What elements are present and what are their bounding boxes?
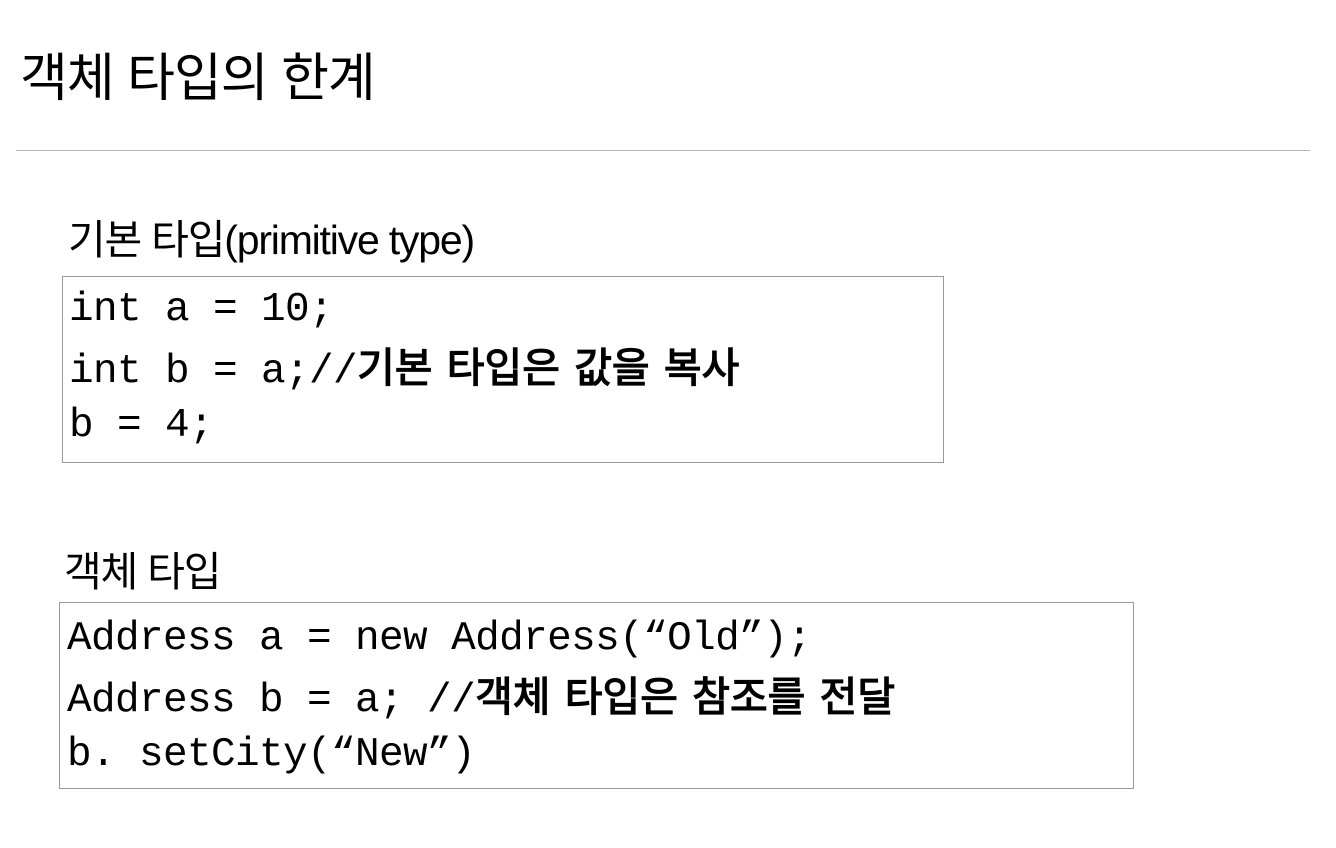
- code-text: int b = a;//: [69, 349, 358, 395]
- code-comment: 기본 타입은 값을 복사: [357, 344, 740, 392]
- code-line: b = 4;: [69, 397, 943, 455]
- code-line: int b = a;//기본 타입은 값을 복사: [69, 339, 943, 397]
- code-text: b = 4;: [69, 403, 214, 449]
- code-line: Address b = a; //객체 타입은 참조를 전달: [67, 668, 1133, 726]
- slide: 객체 타입의 한계 기본 타입(primitive type) int a = …: [0, 0, 1336, 848]
- code-comment: 객체 타입은 참조를 전달: [475, 673, 896, 721]
- primitive-type-heading: 기본 타입(primitive type): [68, 217, 475, 263]
- object-code-box: Address a = new Address(“Old”); Address …: [59, 602, 1134, 789]
- code-line: int a = 10;: [69, 281, 943, 339]
- title-divider: [16, 150, 1310, 151]
- primitive-code-box: int a = 10; int b = a;//기본 타입은 값을 복사 b =…: [62, 276, 944, 463]
- code-text: b. setCity(“New”): [67, 732, 476, 778]
- object-type-heading: 객체 타입: [64, 549, 221, 595]
- code-text: Address a = new Address(“Old”);: [67, 616, 812, 662]
- code-line: Address a = new Address(“Old”);: [67, 610, 1133, 668]
- code-text: int a = 10;: [69, 287, 334, 333]
- code-text: Address b = a; //: [67, 678, 476, 724]
- code-line: b. setCity(“New”): [67, 726, 1133, 784]
- slide-title: 객체 타입의 한계: [20, 50, 376, 108]
